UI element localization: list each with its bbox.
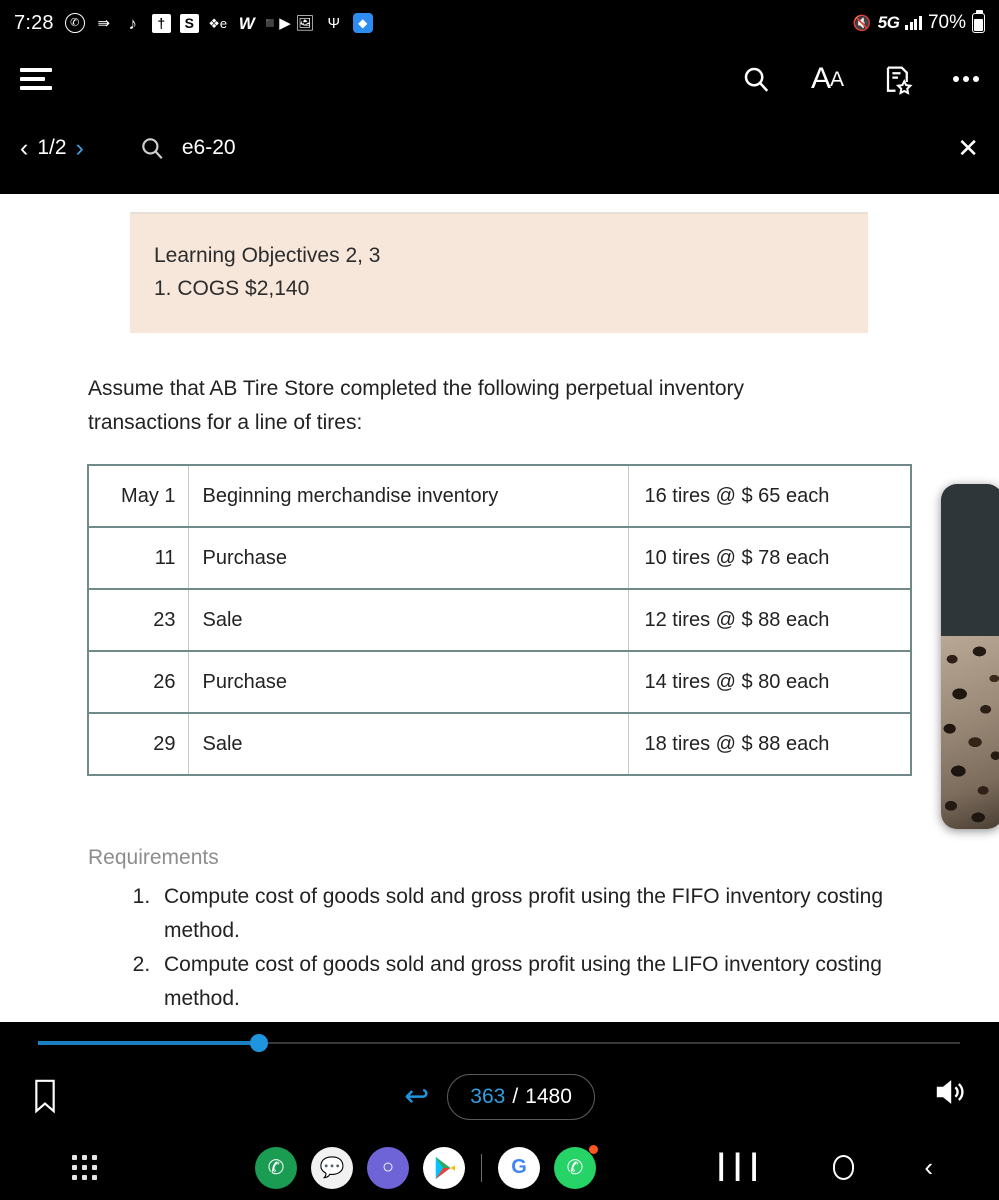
system-nav-buttons: ┃┃┃ ‹	[714, 1152, 933, 1183]
cell-date: 11	[87, 526, 189, 590]
table-row: May 1 Beginning merchandise inventory 16…	[87, 464, 912, 528]
requirements-heading: Requirements	[88, 846, 219, 869]
table-row: 23 Sale 12 tires @ $ 88 each	[87, 588, 912, 652]
gallery-icon: 🖼	[295, 14, 315, 32]
blue-app-icon: ◆	[352, 13, 373, 33]
dock-divider	[481, 1153, 482, 1182]
signal-icon	[905, 16, 922, 30]
status-bar-left: 7:28 ✆ ⇛ ♪ † S ❖e W ◾▶ 🖼 Ψ ◆	[14, 12, 373, 35]
status-time: 7:28	[14, 11, 54, 34]
inventory-transactions-table: May 1 Beginning merchandise inventory 16…	[87, 464, 912, 776]
cell-description: Purchase	[187, 650, 629, 714]
previous-match-button[interactable]: ‹	[20, 135, 28, 161]
font-size-large-a: A	[810, 62, 831, 95]
reader-bottom-bar: ↩ 363 / 1480	[0, 1022, 999, 1135]
cell-description: Sale	[187, 588, 629, 652]
cell-description: Purchase	[187, 526, 629, 590]
s-app-icon: S	[179, 13, 199, 33]
requirements-list: Compute cost of goods sold and gross pro…	[126, 880, 886, 1016]
phone-screen: 7:28 ✆ ⇛ ♪ † S ❖e W ◾▶ 🖼 Ψ ◆ 🔇 5G 70% A …	[0, 0, 999, 1200]
e-app-icon: ❖e	[208, 15, 228, 31]
slider-thumb[interactable]	[250, 1034, 269, 1052]
table-row: 29 Sale 18 tires @ $ 88 each	[87, 712, 912, 776]
total-pages: 1480	[525, 1085, 572, 1108]
battery-icon	[972, 10, 985, 33]
battery-percent: 70%	[927, 12, 966, 33]
cell-date: 26	[87, 650, 189, 714]
search-navigation: ‹ 1/2 ›	[20, 135, 84, 161]
phone-app-icon[interactable]: ✆	[255, 1146, 297, 1189]
samsung-internet-app-icon[interactable]: ○	[367, 1146, 409, 1189]
notification-badge	[589, 1144, 598, 1154]
current-page: 363	[470, 1085, 506, 1108]
recents-icon[interactable]: ┃┃┃	[714, 1153, 763, 1182]
video-camera-icon: ◾▶	[260, 14, 291, 32]
font-size-small-a: A	[829, 67, 844, 91]
messages-app-icon[interactable]: 💬	[311, 1146, 353, 1189]
bookmark-star-icon[interactable]	[883, 64, 913, 95]
tiktok-icon: ♪	[128, 13, 137, 33]
cell-quantity: 14 tires @ $ 80 each	[627, 650, 912, 714]
cell-date: 23	[87, 588, 189, 652]
page-separator: /	[512, 1085, 519, 1108]
search-input[interactable]: e6-20	[182, 136, 236, 160]
whatsapp-icon: ✆	[64, 13, 85, 33]
toolbar-actions: AA	[741, 64, 979, 95]
bible-icon: †	[151, 13, 171, 33]
page-controls: ↩ 363 / 1480	[0, 1074, 999, 1120]
font-size-icon[interactable]: AA	[810, 62, 844, 95]
app-toolbar: AA	[0, 46, 999, 112]
callout-line-1: Learning Objectives 2, 3	[154, 244, 381, 267]
match-counter: 1/2	[37, 136, 67, 159]
floating-edge-panel[interactable]	[941, 484, 999, 829]
cell-description: Beginning merchandise inventory	[187, 464, 629, 528]
cell-quantity: 12 tires @ $ 88 each	[627, 588, 912, 652]
search-query-group[interactable]: e6-20	[139, 135, 236, 161]
search-icon[interactable]	[741, 64, 771, 94]
cell-date: May 1	[87, 464, 189, 528]
requirement-item: Compute cost of goods sold and gross pro…	[156, 948, 886, 1016]
whatsapp-app-icon[interactable]: ✆	[554, 1144, 598, 1189]
home-icon[interactable]	[833, 1155, 855, 1180]
mute-icon: 🔇	[852, 14, 872, 32]
play-store-app-icon[interactable]	[423, 1146, 465, 1189]
intro-paragraph: Assume that AB Tire Store completed the …	[88, 377, 745, 435]
cell-quantity: 16 tires @ $ 65 each	[627, 464, 912, 528]
network-type: 5G	[877, 13, 900, 32]
search-icon	[142, 138, 163, 160]
table-row: 26 Purchase 14 tires @ $ 80 each	[87, 650, 912, 714]
snapchat-icon: ⇛	[97, 14, 111, 32]
learning-objectives-callout: Learning Objectives 2, 3 1. COGS $2,140	[130, 212, 868, 334]
cell-quantity: 10 tires @ $ 78 each	[627, 526, 912, 590]
cell-date: 29	[87, 712, 189, 776]
dock-apps: ✆ 💬 ○ G ✆	[255, 1144, 598, 1189]
status-bar-right: 🔇 5G 70%	[852, 10, 985, 34]
back-icon[interactable]: ‹	[924, 1152, 933, 1183]
requirement-item: Compute cost of goods sold and gross pro…	[156, 880, 886, 948]
cell-description: Sale	[187, 712, 629, 776]
callout-line-2: 1. COGS $2,140	[154, 276, 310, 300]
word-icon: W	[238, 13, 255, 33]
edge-panel-image	[941, 635, 999, 829]
search-bar: ‹ 1/2 › e6-20 ✕	[0, 112, 999, 184]
app-drawer-icon[interactable]	[72, 1155, 97, 1180]
google-app-icon[interactable]: G	[498, 1146, 540, 1189]
navigation-dock: ✆ 💬 ○ G ✆ ┃┃┃ ‹	[0, 1135, 999, 1200]
flashlight-icon: Ψ	[327, 14, 340, 32]
slider-fill	[38, 1041, 260, 1045]
more-options-icon[interactable]	[953, 76, 979, 82]
next-match-button[interactable]: ›	[76, 135, 84, 161]
cell-quantity: 18 tires @ $ 88 each	[627, 712, 912, 776]
close-icon[interactable]: ✕	[957, 135, 979, 161]
speaker-icon[interactable]	[933, 1076, 967, 1113]
status-bar: 7:28 ✆ ⇛ ♪ † S ❖e W ◾▶ 🖼 Ψ ◆ 🔇 5G 70%	[0, 0, 999, 46]
hamburger-menu-icon[interactable]	[20, 68, 52, 90]
undo-arrow-icon[interactable]: ↩	[404, 1082, 429, 1112]
page-indicator[interactable]: 363 / 1480	[447, 1074, 595, 1120]
table-row: 11 Purchase 10 tires @ $ 78 each	[87, 526, 912, 590]
document-page[interactable]: Learning Objectives 2, 3 1. COGS $2,140 …	[0, 194, 999, 1022]
page-progress-slider[interactable]	[38, 1034, 960, 1052]
